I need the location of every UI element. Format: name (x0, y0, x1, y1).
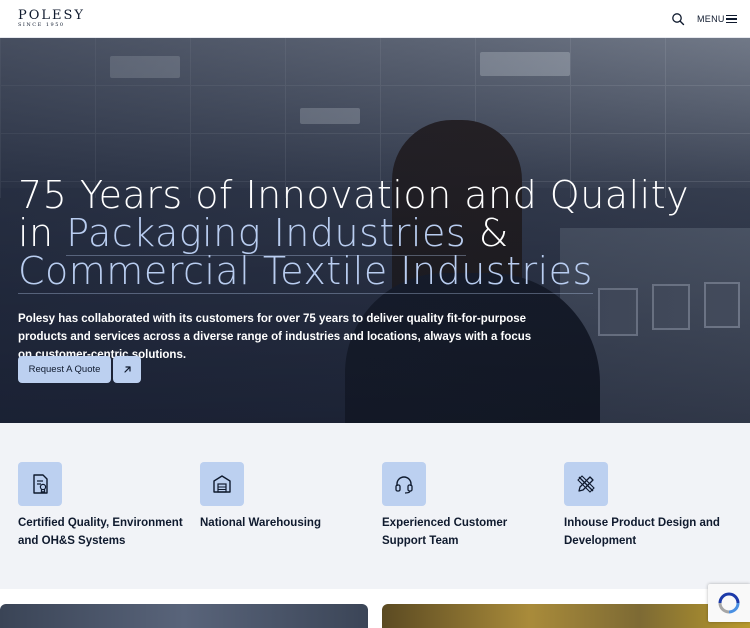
hero-title-line-2: in Packaging Industries & (18, 211, 578, 256)
recaptcha-badge[interactable] (708, 584, 750, 622)
feature-item-design: Inhouse Product Design and Development (564, 462, 734, 550)
hero-title: 75 Years of Innovation and Quality in Pa… (18, 173, 690, 294)
hero-title-line-3: Commercial Textile Industries (18, 249, 593, 294)
hero-section: 75 Years of Innovation and Quality in Pa… (0, 38, 750, 423)
logo-tagline: SINCE 1950 (18, 22, 65, 28)
arrow-up-right-icon (123, 366, 131, 373)
hero-title-accent-textile: Commercial Textile Industries (18, 249, 593, 294)
feature-label: National Warehousing (200, 517, 321, 529)
warehouse-icon (200, 462, 244, 506)
image-card-right[interactable] (382, 604, 750, 628)
feature-label: Inhouse Product Design and Development (564, 517, 720, 547)
image-card-left[interactable] (0, 604, 368, 628)
request-quote-button[interactable]: Request A Quote (18, 356, 111, 383)
feature-label: Certified Quality, Environment and OH&S … (18, 517, 183, 547)
polesy-logo[interactable]: POLESY SINCE 1950 (18, 8, 108, 30)
feature-item-certified: Certified Quality, Environment and OH&S … (18, 462, 188, 550)
request-quote-arrow-button[interactable] (113, 356, 141, 383)
feature-label: Experienced Customer Support Team (382, 517, 508, 547)
feature-item-support: Experienced Customer Support Team (382, 462, 552, 550)
site-header: POLESY SINCE 1950 MENU (0, 0, 750, 38)
features-section: Certified Quality, Environment and OH&S … (0, 423, 750, 589)
certificate-icon (18, 462, 62, 506)
headset-icon (382, 462, 426, 506)
recaptcha-icon (718, 592, 740, 614)
hero-title-line-1: 75 Years of Innovation and Quality (18, 173, 690, 217)
hamburger-icon (725, 15, 737, 23)
logo-wordmark: POLESY (18, 8, 86, 23)
search-icon[interactable] (671, 11, 685, 26)
feature-item-warehousing: National Warehousing (200, 462, 370, 533)
design-tools-icon (564, 462, 608, 506)
menu-label: MENU (697, 14, 725, 24)
bottom-cards-section (0, 589, 750, 628)
menu-button[interactable]: MENU (697, 12, 737, 26)
